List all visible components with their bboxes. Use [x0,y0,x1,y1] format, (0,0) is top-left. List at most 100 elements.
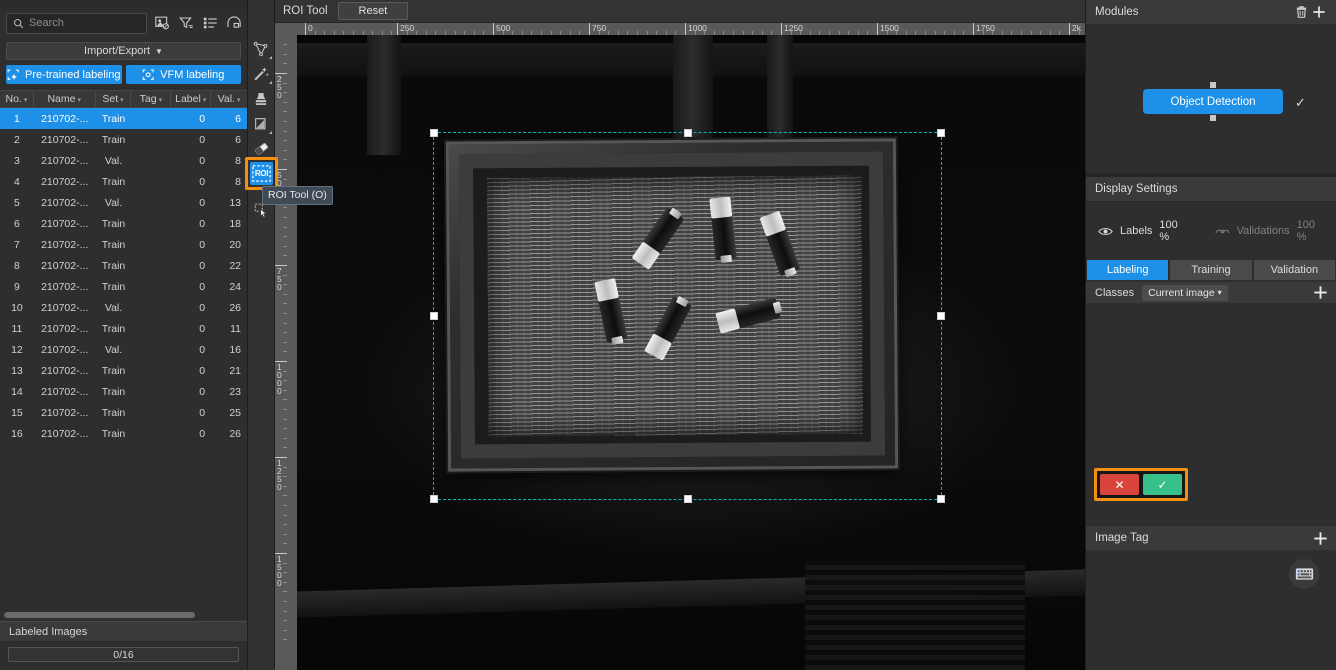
magic-wand-tool-icon[interactable] [249,61,274,86]
roi-cancel-button[interactable]: ✕ [1100,474,1139,495]
roi-handle-top-center[interactable] [683,129,692,137]
cell-set: Train [101,322,126,335]
cell-label: 0 [199,343,206,356]
gradient-tool-icon[interactable] [249,111,274,136]
ruler-minor-tick [283,332,287,334]
filter-funnel-icon[interactable] [177,14,195,32]
cell-val: 21 [229,364,241,377]
keyboard-shortcuts-button[interactable] [1289,559,1319,589]
labels-label: Labels [1120,225,1153,237]
eraser-tool-icon[interactable] [249,136,274,161]
labels-visibility-item[interactable]: Labels 100 % [1098,219,1188,243]
table-row[interactable]: 4 210702-... Train 0 8 [0,171,247,192]
tab-labeling[interactable]: Labeling [1087,260,1169,280]
roi-handle-bottom-left[interactable] [430,495,438,503]
gallery-view-icon[interactable] [225,14,243,32]
cell-no: 14 [11,385,23,398]
table-row[interactable]: 11 210702-... Train 0 11 [0,318,247,339]
cell-name: 210702-... [41,385,89,398]
table-row[interactable]: 3 210702-... Val. 0 8 [0,150,247,171]
roi-handle-middle-right[interactable] [937,312,945,320]
table-row[interactable]: 7 210702-... Train 0 20 [0,234,247,255]
search-input-wrapper[interactable] [6,12,147,34]
cell-name: 210702-... [41,154,89,167]
table-row[interactable]: 8 210702-... Train 0 22 [0,255,247,276]
ruler-minor-tick [283,341,287,343]
stamp-tool-icon[interactable] [249,86,274,111]
ruler-minor-tick [283,207,287,209]
tab-training[interactable]: Training [1170,260,1252,280]
image-tag-header: Image Tag [1086,525,1336,550]
labeled-progress-bar: 0/16 [8,647,239,662]
module-node-object-detection[interactable]: Object Detection [1143,82,1283,121]
import-export-button[interactable]: Import/Export ▼ [6,42,241,60]
column-header-label[interactable]: Label ▾ [171,91,212,107]
table-row[interactable]: 15 210702-... Train 0 25 [0,402,247,423]
table-row[interactable]: 13 210702-... Train 0 21 [0,360,247,381]
ruler-minor-tick [283,322,287,324]
table-row[interactable]: 6 210702-... Train 0 18 [0,213,247,234]
table-row[interactable]: 9 210702-... Train 0 24 [0,276,247,297]
cell-val: 20 [229,238,241,251]
vfm-labeling-button[interactable]: VFM labeling [125,65,241,84]
table-body: 1 210702-... Train 0 6 2 210702-... Train 0 6 3 210… [0,108,247,444]
column-header-no[interactable]: No. ▾ [0,91,34,107]
table-row[interactable]: 1 210702-... Train 0 6 [0,108,247,129]
bolt-tip [720,254,733,263]
module-enabled-check-icon[interactable]: ✓ [1295,95,1306,111]
column-label-tag: Tag [139,93,157,105]
roi-tool-button[interactable]: ROI [250,162,273,185]
add-class-button[interactable] [1313,285,1328,300]
image-canvas[interactable] [297,35,1085,670]
column-header-set[interactable]: Set ▾ [96,91,132,107]
table-row[interactable]: 5 210702-... Val. 0 13 [0,192,247,213]
table-row[interactable]: 2 210702-... Train 0 6 [0,129,247,150]
vfm-labeling-label: VFM labeling [160,68,225,81]
roi-handle-top-right[interactable] [937,129,945,137]
modules-canvas[interactable]: Object Detection ✓ [1086,25,1336,173]
current-image-value: Current image [1148,286,1215,299]
add-image-tag-button[interactable] [1313,531,1328,546]
labeled-images-header: Labeled Images [0,621,247,641]
trash-icon[interactable] [1292,3,1310,21]
current-image-dropdown[interactable]: Current image ▾ [1142,284,1228,301]
roi-handle-bottom-center[interactable] [683,495,692,503]
table-row[interactable]: 12 210702-... Val. 0 16 [0,339,247,360]
table-row[interactable]: 10 210702-... Val. 0 26 [0,297,247,318]
eye-icon[interactable] [1098,226,1113,237]
ruler-minor-tick [283,53,287,55]
list-hscrollbar[interactable] [4,612,243,618]
table-row[interactable]: 14 210702-... Train 0 23 [0,381,247,402]
table-row[interactable]: 16 210702-... Train 0 26 [0,423,247,444]
cell-tag [131,234,171,255]
list-detail-icon[interactable] [201,14,219,32]
plus-icon[interactable] [1310,3,1328,21]
search-input[interactable] [29,17,140,29]
tool-expand-corner [268,131,272,134]
ruler-minor-tick [283,226,287,228]
polygon-tool-icon[interactable] [249,36,274,61]
bolt-head [709,196,733,219]
image-filter-icon[interactable] [153,14,171,32]
roi-selection-box[interactable] [430,129,945,503]
roi-tool-tooltip: ROI Tool (O) [262,186,333,205]
labeled-progress-wrapper: 0/16 [0,641,247,670]
roi-handle-top-left[interactable] [430,129,438,137]
column-header-val[interactable]: Val. ▾ [211,91,247,107]
column-header-tag[interactable]: Tag ▾ [131,91,172,107]
column-label-name: Name [47,93,76,105]
tab-validation[interactable]: Validation [1253,260,1335,280]
list-hscrollbar-thumb[interactable] [4,612,196,618]
reset-button[interactable]: Reset [337,2,409,20]
validation-icon[interactable] [1214,226,1230,237]
column-header-name[interactable]: Name ▾ [34,91,96,107]
validations-visibility-item[interactable]: Validations 100 % [1214,219,1324,243]
cell-label: 0 [199,259,206,272]
roi-handle-middle-left[interactable] [430,312,438,320]
ruler-minor-tick [283,437,287,439]
roi-accept-button[interactable]: ✓ [1143,474,1182,495]
pre-trained-labeling-button[interactable]: Pre-trained labeling [6,65,122,84]
roi-handle-bottom-right[interactable] [937,495,945,503]
image-list-table: No. ▾ Name ▾ Set ▾ Tag ▾ Label ▾ Val. ▾ 1 21070… [0,90,247,444]
cell-no: 1 [14,112,20,125]
